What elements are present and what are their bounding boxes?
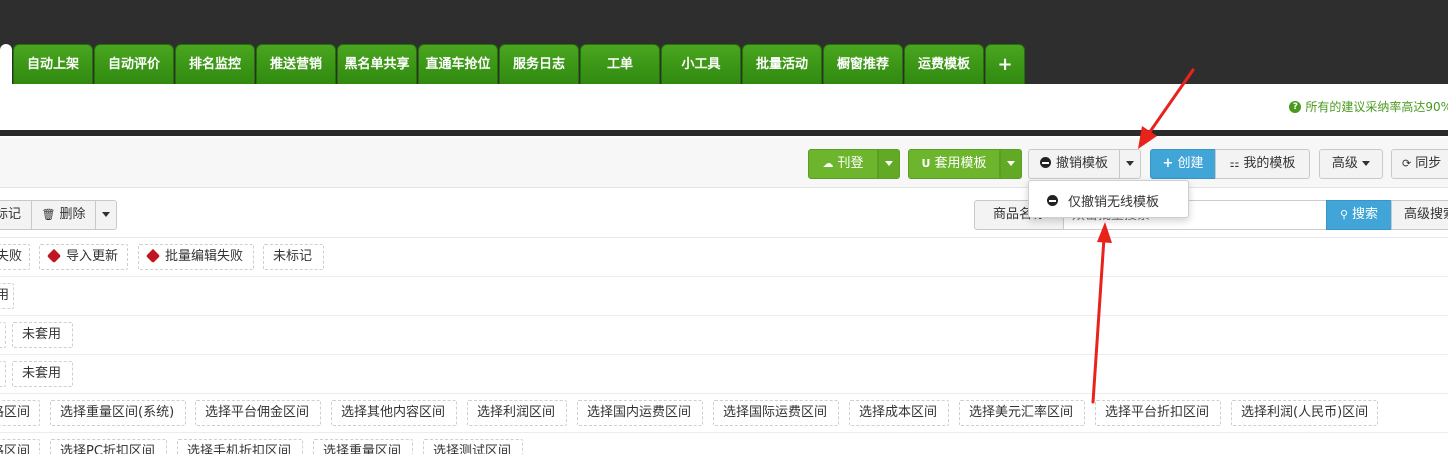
filter-chip-range[interactable]: 选择利润(人民币)区间: [1231, 400, 1378, 426]
filter-chip-range[interactable]: 选择平台折扣区间: [1095, 400, 1221, 426]
filter-chip-batch-edit-failed[interactable]: 批量编辑失败: [138, 244, 254, 270]
action-toolbar: ☁ 刊登 U 套用模板 撤销模板 + 创建 ⚏ 我的模板 高级 ⟳ 同步: [0, 138, 1448, 188]
tab-work-order[interactable]: 工单: [580, 44, 660, 84]
magnet-icon: U: [921, 157, 931, 170]
menu-item-revoke-wireless[interactable]: 仅撤销无线模板: [1047, 191, 1159, 210]
tab-auto-review[interactable]: 自动评价: [94, 44, 174, 84]
cloud-upload-icon: ☁: [822, 157, 834, 170]
filter-bar: 标记 🗑删除 商品名称 ⚲搜索 高级搜索: [0, 188, 1448, 238]
mark-button[interactable]: 标记: [0, 200, 32, 230]
revoke-template-button[interactable]: 撤销模板: [1028, 149, 1120, 179]
filter-chip-import-update[interactable]: 导入更新: [39, 244, 128, 270]
delete-button[interactable]: 🗑 删除: [31, 200, 96, 230]
filter-chip-range[interactable]: 选择重量区间(系统): [50, 400, 186, 426]
tab-window-recommend[interactable]: 橱窗推荐: [823, 44, 903, 84]
filter-chip-range[interactable]: 选择PC折扣区间: [50, 439, 167, 454]
filter-row-ranges-2: 格区间 选择PC折扣区间 选择手机折扣区间 选择重量区间 选择测试区间: [0, 433, 1448, 454]
filter-chip-range[interactable]: 选择平台佣金区间: [195, 400, 321, 426]
adoption-tip: ? 所有的建议采纳率高达90%: [1289, 98, 1448, 115]
filter-row-4: 未套用: [0, 355, 1448, 394]
plus-icon: +: [1162, 156, 1174, 171]
filter-chip-range[interactable]: 选择重量区间: [313, 439, 413, 454]
caret-down-icon: [885, 161, 893, 166]
sync-button[interactable]: ⟳ 同步: [1391, 149, 1448, 179]
tab-auto-list[interactable]: 自动上架: [13, 44, 93, 84]
tab-blacklist-share[interactable]: 黑名单共享: [337, 44, 417, 84]
filter-chip-range[interactable]: 选择手机折扣区间: [177, 439, 303, 454]
question-icon: ?: [1289, 100, 1302, 113]
trash-icon: 🗑: [41, 208, 56, 221]
search-icon: ⚲: [1339, 208, 1349, 221]
publish-button[interactable]: ☁ 刊登: [808, 149, 878, 179]
filter-chip[interactable]: 失败: [0, 244, 30, 270]
filter-chip-unmarked[interactable]: 未标记: [263, 244, 324, 270]
revoke-template-menu: 仅撤销无线模板: [1028, 180, 1189, 218]
advanced-button[interactable]: 高级: [1319, 149, 1383, 179]
delete-dropdown-toggle[interactable]: [95, 200, 117, 230]
filter-chip-range[interactable]: 选择成本区间: [849, 400, 949, 426]
filter-chip-range[interactable]: 选择测试区间: [423, 439, 523, 454]
sitemap-icon: ⚏: [1229, 157, 1240, 170]
filter-chip-range[interactable]: 选择国内运费区间: [577, 400, 703, 426]
tab-batch-activity[interactable]: 批量活动: [742, 44, 822, 84]
filter-chip-range[interactable]: 选择国际运费区间: [713, 400, 839, 426]
tab-current[interactable]: [0, 44, 12, 84]
adoption-tip-text: 所有的建议采纳率高达90%: [1305, 100, 1448, 114]
filter-row-status: 失败 导入更新 批量编辑失败 未标记: [0, 238, 1448, 277]
filter-row-2: 用: [0, 277, 1448, 316]
tag-icon: [145, 248, 161, 264]
tab-shipping-template[interactable]: 运费模板: [904, 44, 984, 84]
minus-circle-icon: [1039, 157, 1051, 168]
my-templates-button[interactable]: ⚏ 我的模板: [1215, 149, 1310, 179]
filter-row-ranges: 格区间 选择重量区间(系统) 选择平台佣金区间 选择其他内容区间 选择利润区间 …: [0, 394, 1448, 433]
filter-chip-range[interactable]: 格区间: [0, 400, 40, 426]
info-bar: ? 所有的建议采纳率高达90%: [0, 84, 1448, 130]
tab-rank-monitor[interactable]: 排名监控: [175, 44, 255, 84]
filter-chip-range[interactable]: 选择利润区间: [467, 400, 567, 426]
advanced-search-button[interactable]: 高级搜索: [1391, 200, 1448, 230]
filter-chip-not-applied[interactable]: 未套用: [12, 322, 73, 348]
caret-down-icon: [1007, 161, 1015, 166]
search-button[interactable]: ⚲ 搜索: [1326, 200, 1392, 230]
section-divider: [0, 130, 1448, 136]
filter-chip[interactable]: [0, 361, 6, 387]
minus-circle-icon: [1047, 195, 1058, 206]
filter-chip-range[interactable]: 选择美元汇率区间: [959, 400, 1085, 426]
caret-down-icon: [102, 212, 110, 217]
tag-icon: [46, 248, 62, 264]
tab-push-marketing[interactable]: 推送营销: [256, 44, 336, 84]
apply-template-dropdown-toggle[interactable]: [1000, 149, 1022, 179]
add-tab-icon[interactable]: +: [985, 44, 1025, 84]
caret-down-icon: [1362, 161, 1371, 166]
filter-row-3: 未套用: [0, 316, 1448, 355]
create-button[interactable]: + 创建: [1150, 149, 1216, 179]
publish-dropdown-toggle[interactable]: [878, 149, 900, 179]
tab-service-log[interactable]: 服务日志: [499, 44, 579, 84]
tab-tools[interactable]: 小工具: [661, 44, 741, 84]
refresh-icon: ⟳: [1402, 157, 1412, 170]
revoke-template-dropdown-toggle[interactable]: [1119, 149, 1141, 179]
apply-template-button[interactable]: U 套用模板: [908, 149, 1000, 179]
main-tabs: 自动上架 自动评价 排名监控 推送营销 黑名单共享 直通车抢位 服务日志 工单 …: [0, 44, 1026, 84]
filter-chip[interactable]: [0, 322, 6, 348]
tab-ztc-bid[interactable]: 直通车抢位: [418, 44, 498, 84]
filter-chip-range[interactable]: 选择其他内容区间: [331, 400, 457, 426]
filter-chip-range[interactable]: 格区间: [0, 439, 40, 454]
filter-chip[interactable]: 用: [0, 283, 14, 309]
filter-chip-not-applied[interactable]: 未套用: [12, 361, 73, 387]
caret-down-icon: [1126, 161, 1134, 166]
